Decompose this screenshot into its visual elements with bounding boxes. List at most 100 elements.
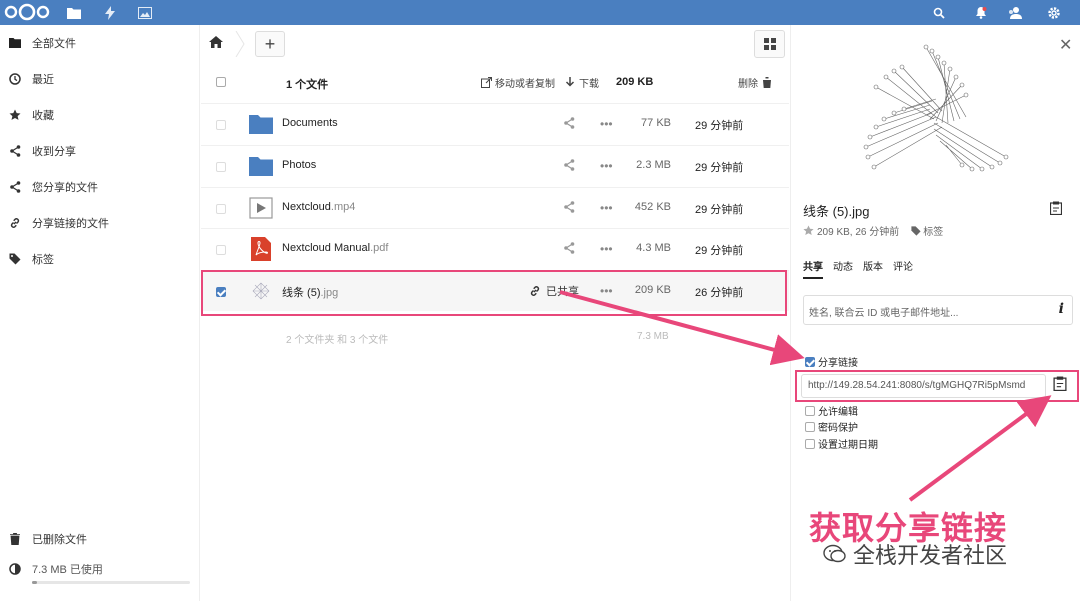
star-icon[interactable] (803, 225, 814, 236)
watermark: 全栈开发者社区 (823, 538, 1007, 570)
share-icon[interactable] (564, 242, 575, 257)
sidebar-item-label: 已删除文件 (32, 534, 87, 546)
file-row[interactable]: Photos ••• 2.3 MB 29 分钟前 (201, 145, 789, 186)
folder-icon (249, 157, 273, 176)
file-row[interactable]: Nextcloud Manual.pdf ••• 4.3 MB 29 分钟前 (201, 228, 789, 269)
allow-editing-option[interactable]: 允许编辑 (805, 403, 858, 418)
clipboard-icon[interactable] (1049, 201, 1063, 220)
more-options-icon[interactable]: ••• (600, 159, 613, 173)
share-link-option[interactable]: 分享链接 (805, 354, 858, 369)
sidebar-item-label: 分享链接的文件 (32, 218, 109, 230)
folder-icon (249, 115, 273, 134)
file-name[interactable]: Nextcloud Manual.pdf (282, 242, 388, 254)
sidebar-item-shared-by-link[interactable]: 分享链接的文件 (0, 205, 200, 241)
activity-icon[interactable] (92, 0, 128, 25)
delete-action[interactable]: 删除 (738, 75, 772, 90)
star-icon (0, 109, 30, 121)
file-meta-text: 209 KB, 26 分钟前 (817, 227, 900, 238)
password-protect-checkbox[interactable] (805, 421, 815, 432)
trash-icon (762, 77, 772, 88)
password-protect-option[interactable]: 密码保护 (805, 419, 858, 434)
share-link-checkbox[interactable] (805, 356, 815, 367)
close-icon[interactable]: ✕ (1059, 35, 1072, 55)
tag-icon (911, 225, 921, 236)
grid-view-icon[interactable] (754, 30, 785, 58)
file-name[interactable]: Photos (282, 159, 316, 171)
sidebar-item-shared-with-you[interactable]: 收到分享 (0, 133, 200, 169)
quota-label: 7.3 MB 已使用 (32, 564, 103, 576)
file-name[interactable]: Nextcloud.mp4 (282, 201, 355, 213)
search-icon[interactable] (924, 0, 954, 25)
home-icon[interactable] (209, 35, 223, 53)
share-icon[interactable] (564, 117, 575, 132)
tab-versions[interactable]: 版本 (863, 258, 883, 279)
sidebar-item-shared-by-you[interactable]: 您分享的文件 (0, 169, 200, 205)
link-icon (0, 217, 30, 229)
file-modified: 29 分钟前 (695, 245, 744, 257)
tab-activity[interactable]: 动态 (833, 258, 853, 279)
tab-sharing[interactable]: 共享 (803, 258, 823, 279)
sidebar-item-tags[interactable]: 标签 (0, 241, 200, 277)
highlight-box-selected-row (201, 270, 787, 316)
sidebar-item-recent[interactable]: 最近 (0, 61, 200, 97)
expiration-date-option[interactable]: 设置过期日期 (805, 436, 878, 451)
wechat-icon (823, 544, 846, 563)
delete-label: 删除 (738, 79, 758, 90)
pie-chart-icon (0, 563, 30, 575)
more-options-icon[interactable]: ••• (600, 201, 613, 215)
quota-progress-bar (32, 581, 190, 584)
top-bar (0, 0, 1080, 25)
sidebar-item-label: 最近 (32, 74, 54, 86)
row-checkbox[interactable] (216, 245, 226, 255)
move-icon (481, 77, 492, 88)
contacts-icon[interactable] (1000, 0, 1030, 25)
share-icon[interactable] (564, 159, 575, 174)
option-label: 密码保护 (818, 423, 858, 434)
file-row[interactable]: Documents ••• 77 KB 29 分钟前 (201, 103, 789, 144)
file-list-area: + 1 个文件 移动或者复制 下载 209 KB 删除 Documents ••… (201, 25, 789, 601)
share-link-label: 分享链接 (818, 358, 858, 369)
file-row[interactable]: Nextcloud.mp4 ••• 452 KB 29 分钟前 (201, 187, 789, 228)
sidebar: 全部文件 最近 收藏 收到分享 您分享的文件 分享链接的文件 标签 已删除文件 … (0, 25, 200, 601)
quota-progress-fill (32, 581, 37, 584)
share-icon[interactable] (564, 201, 575, 216)
row-checkbox[interactable] (216, 120, 226, 130)
preview-image (863, 44, 1009, 172)
share-link-url-field[interactable]: http://149.28.54.241:8080/s/tgMGHQ7Ri5pM… (801, 374, 1046, 398)
tab-comments[interactable]: 评论 (893, 258, 913, 279)
download-label: 下载 (579, 79, 599, 90)
download-action[interactable]: 下载 (565, 75, 599, 90)
files-icon[interactable] (56, 0, 92, 25)
trash-icon (0, 533, 30, 545)
more-options-icon[interactable]: ••• (600, 242, 613, 256)
summary-size: 7.3 MB (637, 331, 669, 342)
option-label: 允许编辑 (818, 407, 858, 418)
more-options-icon[interactable]: ••• (600, 117, 613, 131)
settings-icon[interactable] (1039, 0, 1069, 25)
select-all-checkbox[interactable] (216, 77, 226, 87)
video-file-icon (249, 197, 273, 219)
tag-icon (0, 253, 30, 265)
move-copy-action[interactable]: 移动或者复制 (481, 75, 555, 90)
allow-editing-checkbox[interactable] (805, 405, 815, 416)
file-meta: 209 KB, 26 分钟前 标签 (803, 223, 943, 238)
file-name[interactable]: Documents (282, 117, 338, 129)
sidebar-item-label: 您分享的文件 (32, 182, 98, 194)
nextcloud-logo[interactable] (4, 3, 50, 21)
add-button[interactable]: + (255, 31, 285, 57)
share-icon (0, 181, 30, 193)
file-size: 2.3 MB (636, 159, 671, 171)
tags-link[interactable]: 标签 (923, 223, 943, 238)
sidebar-item-favorites[interactable]: 收藏 (0, 97, 200, 133)
row-checkbox[interactable] (216, 204, 226, 214)
info-icon[interactable]: i (1059, 301, 1064, 317)
row-checkbox[interactable] (216, 162, 226, 172)
notifications-icon[interactable] (966, 0, 996, 25)
move-copy-label: 移动或者复制 (495, 79, 555, 90)
sidebar-item-label: 收藏 (32, 110, 54, 122)
share-with-input[interactable]: 姓名, 联合云 ID 或电子邮件地址... i (803, 295, 1073, 325)
sidebar-item-all-files[interactable]: 全部文件 (0, 25, 200, 61)
gallery-icon[interactable] (127, 0, 163, 25)
expiration-date-checkbox[interactable] (805, 438, 815, 449)
copy-link-icon[interactable] (1053, 376, 1067, 396)
